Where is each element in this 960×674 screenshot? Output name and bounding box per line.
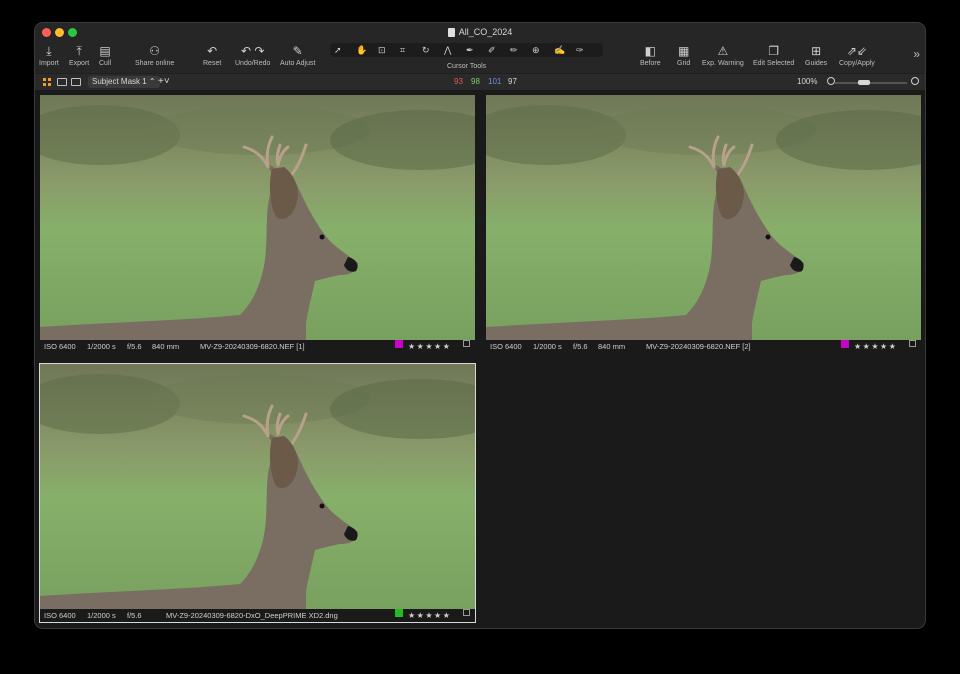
close-button[interactable] (42, 28, 51, 37)
proof-view-icon[interactable] (71, 78, 81, 86)
color-tag[interactable] (395, 340, 403, 348)
readout-green: 98 (471, 77, 480, 86)
viewer-subbar: Subject Mask 1 ⌃ +˅ 93 98 101 97 100% (35, 73, 925, 91)
loupe-icon[interactable]: ⊡ (378, 43, 386, 57)
app-window: All_CO_2024 ⤓ Import ⤒ Export ▤ Cull ⚇ S… (35, 23, 925, 628)
grid-button[interactable]: ▦ Grid (677, 43, 690, 68)
window-title: All_CO_2024 (447, 23, 513, 41)
grid-icon: ▦ (677, 44, 690, 58)
heal-brush-icon[interactable]: ✐ (488, 43, 496, 57)
multi-view-icon[interactable] (43, 78, 51, 86)
import-icon: ⤓ (46, 44, 52, 58)
maximize-button[interactable] (68, 28, 77, 37)
auto-adjust-button[interactable]: ✎ Auto Adjust (280, 43, 315, 68)
undo-redo-icon: ↶ ↷ (240, 44, 265, 58)
subject-mask-selector[interactable]: Subject Mask 1 ⌃ (88, 76, 160, 88)
zoom-level: 100% (797, 77, 818, 86)
image-2-photo (486, 95, 921, 340)
guides-icon: ⊞ (811, 44, 822, 58)
zoom-slider-track[interactable] (835, 82, 907, 84)
cursor-tools-group: ➚ ✋ ⊡ ⌗ ↻ ⋀ ✒ ✐ ✏ ⊕ ✍ ✑ (330, 43, 603, 57)
image-viewer: ISO 6400 1/2000 s f/5.6 840 mm MV-Z9-202… (35, 90, 925, 628)
warning-icon: ⚠ (717, 44, 729, 58)
import-button[interactable]: ⤓ Import (39, 43, 59, 68)
share-people-icon: ⚇ (149, 44, 161, 58)
readout-red: 93 (454, 77, 463, 86)
edit-selected-icon: ❐ (768, 44, 779, 58)
reset-button[interactable]: ↶ Reset (203, 43, 221, 68)
reset-icon: ↶ (207, 44, 218, 58)
color-picker-icon[interactable]: ✒ (466, 43, 474, 57)
color-tag[interactable] (395, 609, 403, 617)
star-rating[interactable]: ★★★★★ (408, 609, 451, 622)
star-rating[interactable]: ★★★★★ (408, 340, 451, 353)
cull-icon: ▤ (99, 44, 111, 58)
image-3-info: ISO 6400 1/2000 s f/5.6 MV-Z9-20240309-6… (40, 609, 475, 622)
edit-selected-button[interactable]: ❐ Edit Selected (753, 43, 794, 68)
zoom-in-icon[interactable] (911, 77, 919, 85)
color-tag[interactable] (841, 340, 849, 348)
mask-brush-icon[interactable]: ✏ (510, 43, 518, 57)
copy-apply-button[interactable]: ⇗⇙ Copy/Apply (839, 43, 875, 68)
window-title-text: All_CO_2024 (458, 27, 513, 37)
magic-wand-icon: ✎ (292, 44, 303, 58)
before-button[interactable]: ◧ Before (640, 43, 661, 68)
before-split-icon: ◧ (644, 44, 656, 58)
keystone-icon[interactable]: ⋀ (444, 43, 451, 57)
export-button[interactable]: ⤒ Export (69, 43, 89, 68)
pan-hand-icon[interactable]: ✋ (356, 43, 367, 57)
export-icon: ⤒ (76, 44, 82, 58)
select-cursor-icon[interactable]: ➚ (334, 43, 342, 57)
toolbar: ⤓ Import ⤒ Export ▤ Cull ⚇ Share online … (35, 41, 925, 73)
exp-warning-button[interactable]: ⚠ Exp. Warning (702, 43, 744, 68)
readout-luma: 97 (508, 77, 517, 86)
image-info-icon[interactable] (463, 609, 470, 616)
image-1-info: ISO 6400 1/2000 s f/5.6 840 mm MV-Z9-202… (40, 340, 475, 353)
minimize-button[interactable] (55, 28, 64, 37)
single-view-icon[interactable] (57, 78, 67, 86)
image-2-info: ISO 6400 1/2000 s f/5.6 840 mm MV-Z9-202… (486, 340, 921, 353)
star-rating[interactable]: ★★★★★ (854, 340, 897, 353)
image-pane-2[interactable]: ISO 6400 1/2000 s f/5.6 840 mm MV-Z9-202… (486, 95, 921, 353)
cull-button[interactable]: ▤ Cull (99, 43, 111, 68)
undo-redo-button[interactable]: ↶ ↷ Undo/Redo (235, 43, 270, 68)
brush-icon[interactable]: ✍ (554, 43, 565, 57)
image-pane-1[interactable]: ISO 6400 1/2000 s f/5.6 840 mm MV-Z9-202… (40, 95, 475, 353)
add-mask-button[interactable]: +˅ (158, 75, 170, 89)
toolbar-overflow-icon[interactable]: » (913, 47, 920, 61)
copy-apply-icon: ⇗⇙ (846, 44, 867, 58)
eraser-icon[interactable]: ✑ (576, 43, 584, 57)
image-3-photo (40, 364, 475, 609)
titlebar: All_CO_2024 (35, 23, 925, 41)
image-info-icon[interactable] (463, 340, 470, 347)
rotate-icon[interactable]: ↻ (422, 43, 430, 57)
crop-icon[interactable]: ⌗ (400, 43, 405, 57)
document-icon (447, 27, 455, 37)
zoom-out-icon[interactable] (827, 77, 835, 85)
guides-button[interactable]: ⊞ Guides (805, 43, 827, 68)
image-pane-3[interactable]: ISO 6400 1/2000 s f/5.6 MV-Z9-20240309-6… (39, 363, 476, 623)
share-online-button[interactable]: ⚇ Share online (135, 43, 174, 68)
image-info-icon[interactable] (909, 340, 916, 347)
cursor-tools-label: Cursor Tools (447, 63, 487, 70)
annotate-icon[interactable]: ⊕ (532, 43, 540, 57)
readout-blue: 101 (488, 77, 502, 86)
zoom-slider-knob[interactable] (858, 80, 870, 85)
image-1-photo (40, 95, 475, 340)
